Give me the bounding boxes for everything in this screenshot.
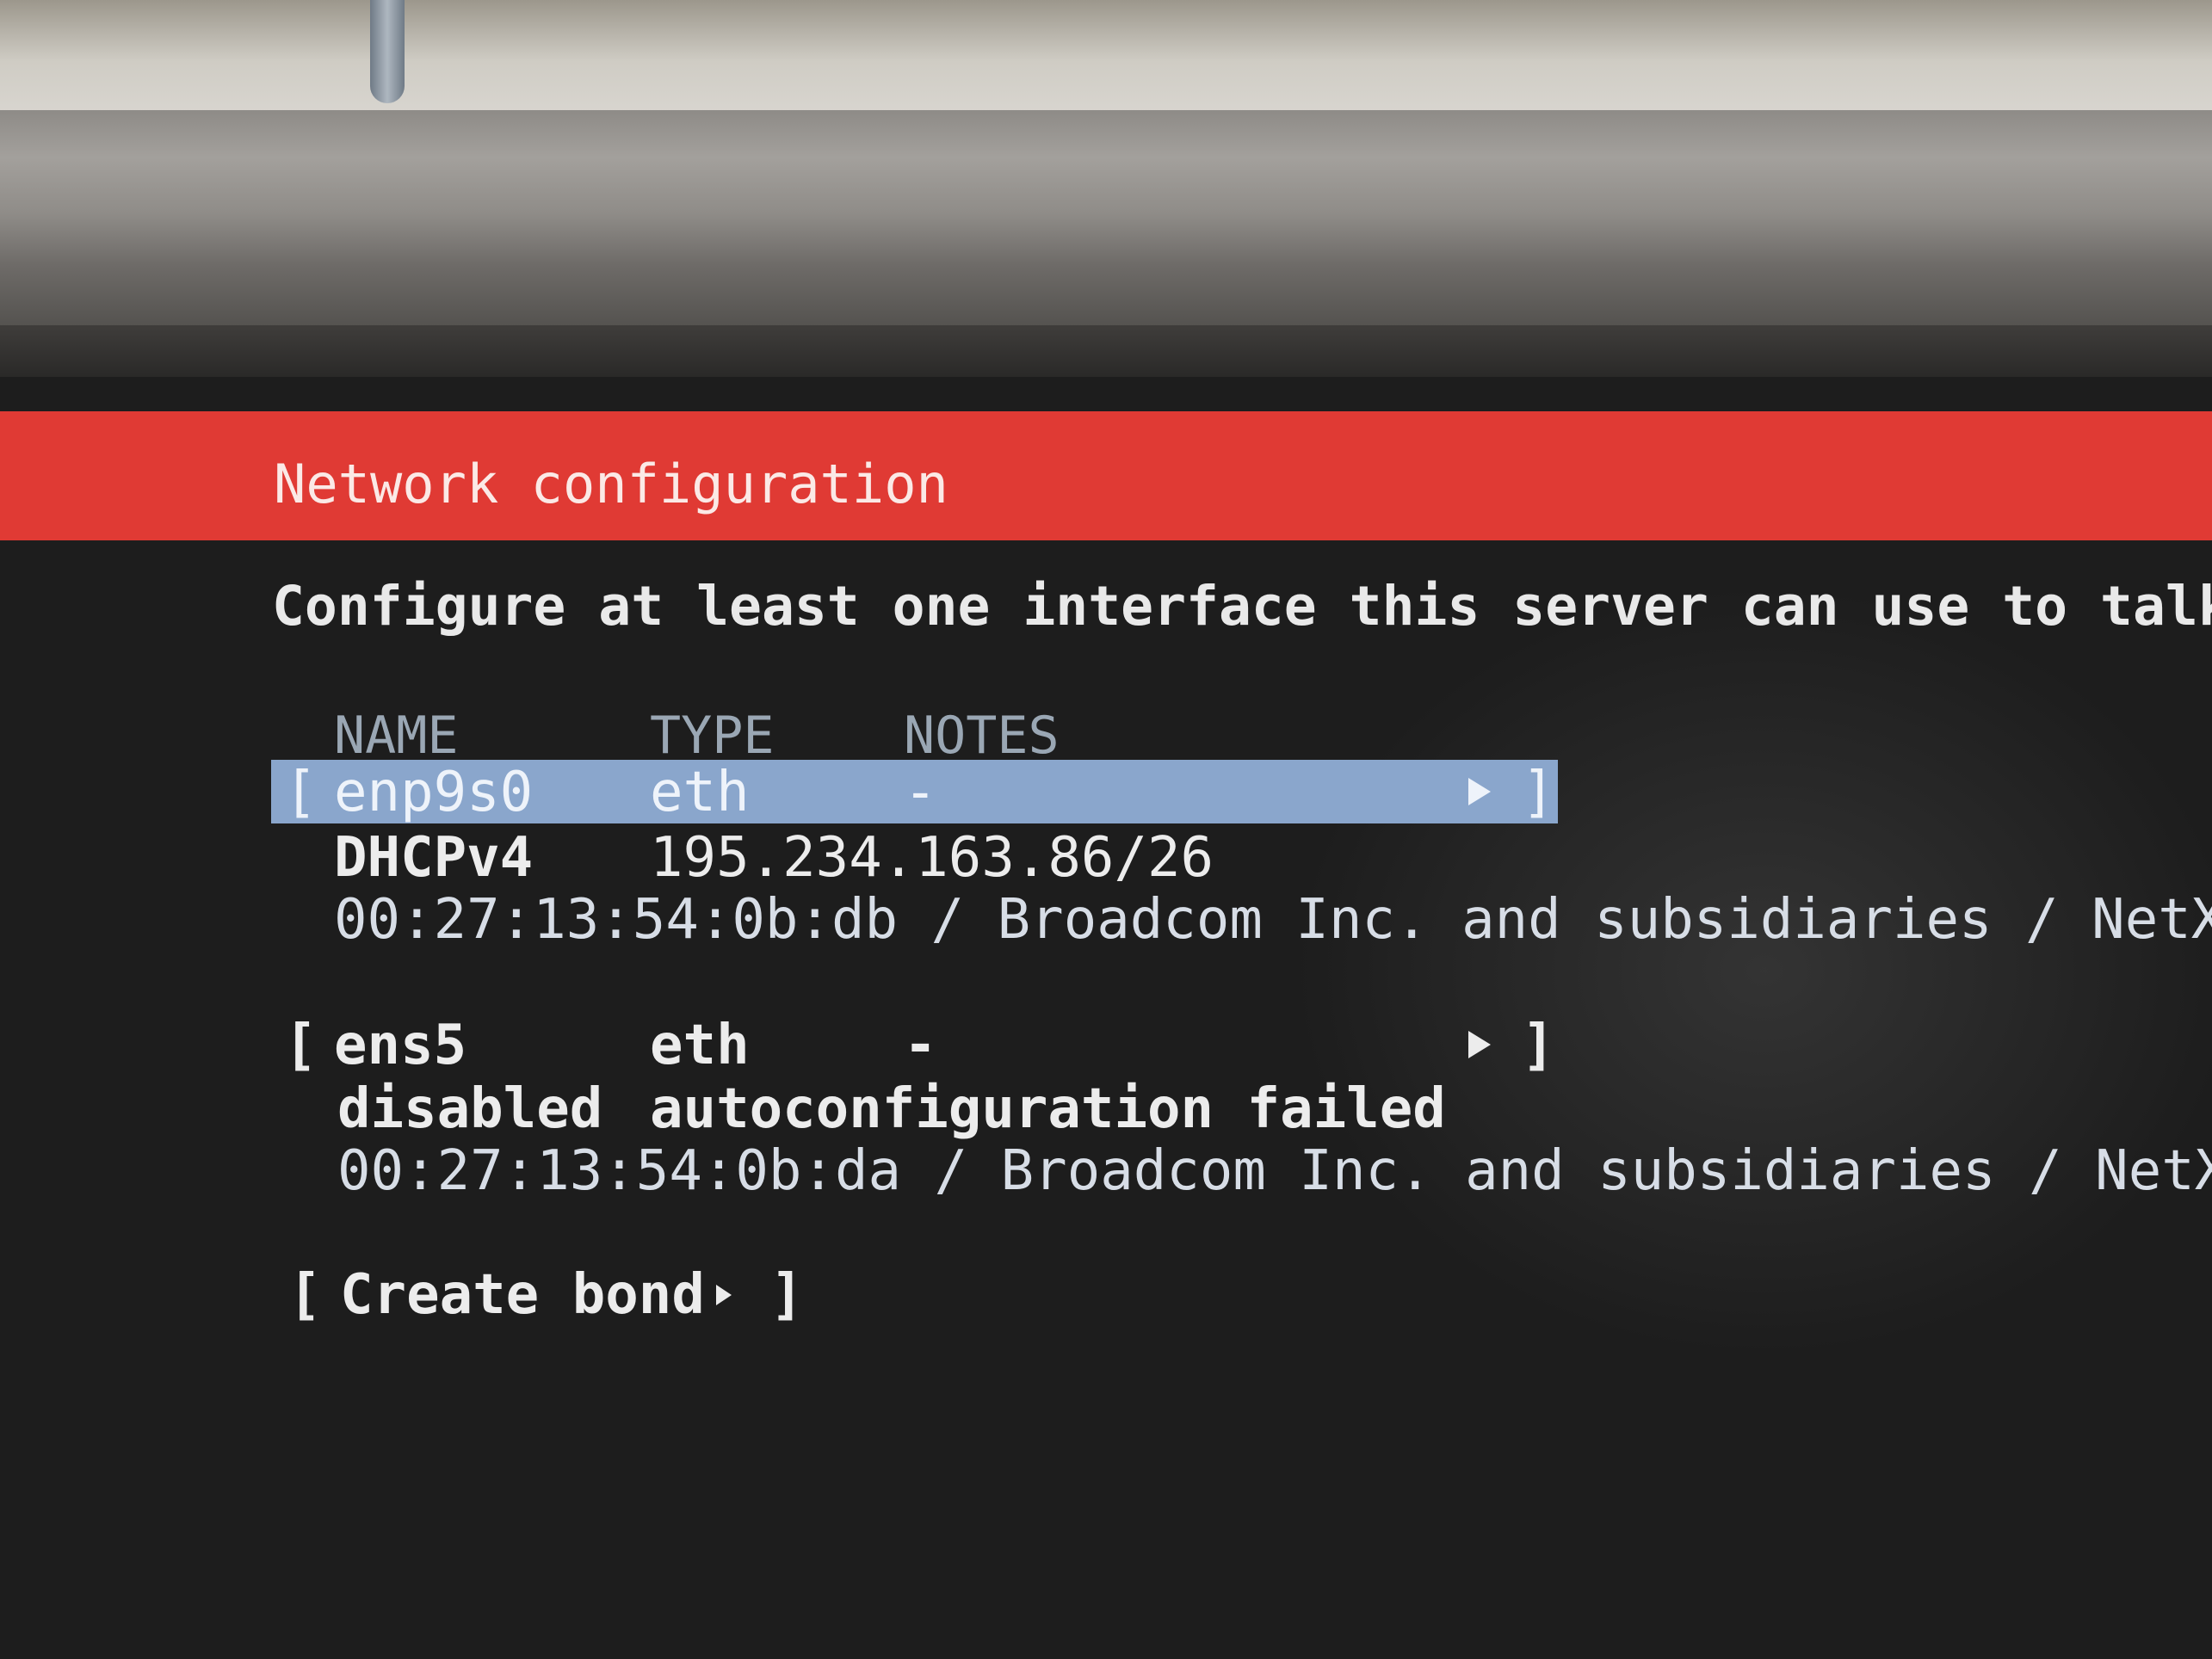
column-header-notes: NOTES [904, 706, 1060, 766]
create-bond-label: Create bond [340, 1263, 705, 1327]
close-bracket: ] [1522, 1014, 1555, 1077]
interface-name: enp9s0 [334, 761, 534, 824]
wall-background [0, 0, 2212, 112]
interface-address: 195.234.163.86/26 [650, 826, 1214, 890]
screen-glare [1291, 583, 2212, 1358]
triangle-right-icon [1468, 778, 1491, 805]
triangle-right-icon [1468, 1031, 1491, 1058]
interface-type: eth [650, 761, 750, 824]
triangle-right-icon [716, 1285, 732, 1305]
interface-hardware-info: 00:27:13:54:0b:db / Broadcom Inc. and su… [334, 888, 2212, 952]
interface-status-label: DHCPv4 [334, 826, 534, 890]
network-cable [370, 0, 405, 103]
column-header-type: TYPE [650, 706, 775, 766]
close-bracket: ] [1522, 761, 1555, 824]
column-header-name: NAME [334, 706, 459, 766]
installer-screen: Network configuration Configure at least… [0, 377, 2212, 1659]
monitor-bezel-inner [0, 325, 2212, 377]
interface-status-value: autoconfiguration failed [650, 1077, 1446, 1141]
interface-name: ens5 [334, 1014, 467, 1077]
interface-type: eth [650, 1014, 750, 1077]
interface-hardware-info: 00:27:13:54:0b:da / Broadcom Inc. and su… [337, 1139, 2212, 1203]
interface-status-label: disabled [337, 1077, 603, 1141]
interface-notes: - [904, 761, 937, 824]
interface-notes: - [904, 1014, 937, 1077]
page-title: Network configuration [274, 453, 948, 515]
intro-text: Configure at least one interface this se… [272, 575, 2212, 638]
open-bracket: [ [288, 1263, 322, 1327]
open-bracket: [ [284, 761, 318, 824]
open-bracket: [ [284, 1014, 318, 1077]
close-bracket: ] [770, 1263, 804, 1327]
monitor-bezel [0, 110, 2212, 325]
